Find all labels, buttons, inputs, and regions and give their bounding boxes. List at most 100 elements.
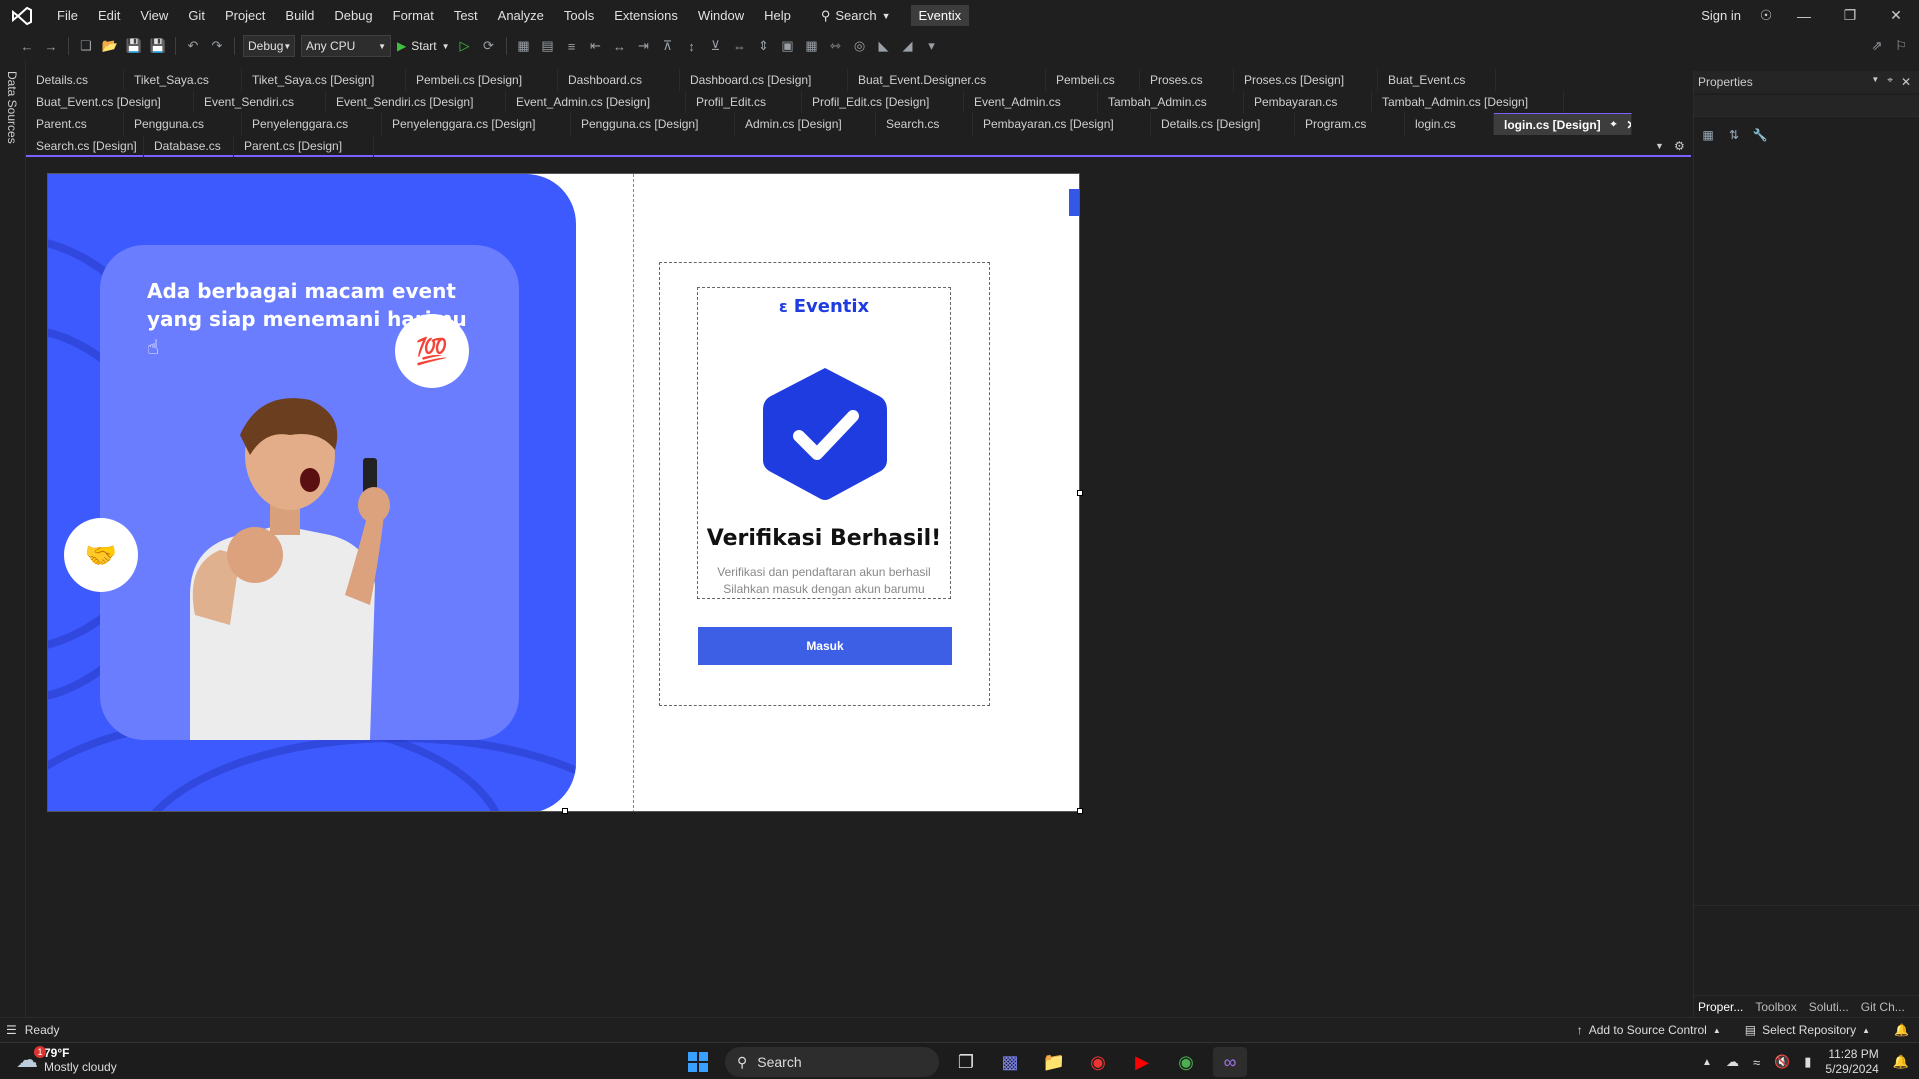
notifications-icon[interactable]: 🔔 xyxy=(1894,1023,1909,1037)
back-icon[interactable]: ← xyxy=(18,37,36,55)
open-folder-icon[interactable]: 📂 xyxy=(101,37,119,55)
tab-toolbox[interactable]: Toolbox xyxy=(1755,1000,1796,1014)
new-project-icon[interactable]: ❏ xyxy=(77,37,95,55)
volume-muted-icon[interactable]: 🔇 xyxy=(1774,1054,1790,1070)
tab-admin-design[interactable]: Admin.cs [Design] xyxy=(735,113,876,135)
menu-search[interactable]: ⚲ Search ▼ xyxy=(811,8,901,24)
tab-login-cs[interactable]: login.cs xyxy=(1405,113,1494,135)
tab-buat-event-cs[interactable]: Buat_Event.cs xyxy=(1378,69,1496,91)
tab-event-admin-design[interactable]: Event_Admin.cs [Design] xyxy=(506,91,686,113)
categorized-icon[interactable]: ▦ xyxy=(1698,125,1718,145)
menu-debug[interactable]: Debug xyxy=(324,0,382,31)
file-explorer-icon[interactable]: 📁 xyxy=(1037,1047,1071,1077)
toolbox-icon[interactable]: ▦ xyxy=(515,37,533,55)
tab-event-sendiri-design[interactable]: Event_Sendiri.cs [Design] xyxy=(326,91,506,113)
tab-details-design[interactable]: Details.cs [Design] xyxy=(1151,113,1295,135)
tab-login-design-active[interactable]: login.cs [Design] ⌖ ✕ xyxy=(1494,113,1632,135)
masuk-button[interactable]: Masuk xyxy=(698,627,952,665)
tab-details-cs[interactable]: Details.cs xyxy=(26,69,124,91)
menu-project[interactable]: Project xyxy=(215,0,275,31)
object-selector-dropdown[interactable] xyxy=(1694,95,1919,117)
bring-front-icon[interactable]: ◣ xyxy=(875,37,893,55)
alphabetical-icon[interactable]: ⇅ xyxy=(1724,125,1744,145)
close-form-button[interactable]: x xyxy=(1069,189,1079,216)
align-left-icon[interactable]: ⇤ xyxy=(587,37,605,55)
tab-program-cs[interactable]: Program.cs xyxy=(1295,113,1405,135)
tab-penyelenggara-design[interactable]: Penyelenggara.cs [Design] xyxy=(382,113,571,135)
visual-studio-icon[interactable]: ∞ xyxy=(1213,1047,1247,1077)
resize-handle[interactable] xyxy=(1077,490,1083,496)
align-icon[interactable]: ≡ xyxy=(563,37,581,55)
menu-view[interactable]: View xyxy=(130,0,178,31)
teams-icon[interactable]: ▩ xyxy=(993,1047,1027,1077)
menu-git[interactable]: Git xyxy=(178,0,215,31)
output-icon[interactable]: ☰ xyxy=(6,1023,17,1037)
close-icon[interactable]: ✕ xyxy=(1901,75,1911,89)
feedback-icon[interactable]: ⚐ xyxy=(1892,37,1910,55)
save-all-icon[interactable]: 💾 xyxy=(149,37,167,55)
menu-extensions[interactable]: Extensions xyxy=(604,0,688,31)
tab-proses-design[interactable]: Proses.cs [Design] xyxy=(1234,69,1378,91)
align-top-icon[interactable]: ⊼ xyxy=(659,37,677,55)
windows-start-icon[interactable] xyxy=(681,1047,715,1077)
tab-tambah-admin-design[interactable]: Tambah_Admin.cs [Design] xyxy=(1372,91,1564,113)
tab-parent-design[interactable]: Parent.cs [Design] xyxy=(234,135,374,157)
menu-build[interactable]: Build xyxy=(275,0,324,31)
account-icon[interactable]: ☉ xyxy=(1751,0,1781,31)
onedrive-icon[interactable]: ☁ xyxy=(1726,1054,1739,1070)
spacing-icon[interactable]: ⇿ xyxy=(827,37,845,55)
wifi-icon[interactable]: ≈ xyxy=(1753,1055,1760,1070)
media-player-icon[interactable]: ◉ xyxy=(1081,1047,1115,1077)
resize-handle[interactable] xyxy=(562,808,568,814)
select-repository-button[interactable]: ▤ Select Repository ▲ xyxy=(1745,1023,1870,1037)
battery-icon[interactable]: ▮ xyxy=(1804,1054,1811,1070)
tab-proses-cs[interactable]: Proses.cs xyxy=(1140,69,1234,91)
tab-solution-explorer[interactable]: Soluti... xyxy=(1809,1000,1849,1014)
settings-gear-icon[interactable]: ⚙ xyxy=(1674,139,1685,153)
hot-reload-icon[interactable]: ⟳ xyxy=(480,37,498,55)
tab-pembeli-design[interactable]: Pembeli.cs [Design] xyxy=(406,69,558,91)
chevron-up-icon[interactable]: ▲ xyxy=(1702,1057,1712,1068)
save-icon[interactable]: 💾 xyxy=(125,37,143,55)
login-form[interactable]: Ada berbagai macam event yang siap menem… xyxy=(47,173,1080,812)
layout-icon[interactable]: ▤ xyxy=(539,37,557,55)
menu-file[interactable]: File xyxy=(47,0,88,31)
tab-event-admin-cs[interactable]: Event_Admin.cs xyxy=(964,91,1098,113)
tab-buat-event-design[interactable]: Buat_Event.cs [Design] xyxy=(26,91,194,113)
forward-icon[interactable]: → xyxy=(42,37,60,55)
resize-handle[interactable] xyxy=(1077,808,1083,814)
overflow-icon[interactable]: ▾ xyxy=(923,37,941,55)
configuration-select[interactable]: Debug ▼ xyxy=(243,35,295,57)
pin-icon[interactable]: ⌖ xyxy=(1887,75,1893,89)
align-middle-icon[interactable]: ↕ xyxy=(683,37,701,55)
sign-in-link[interactable]: Sign in xyxy=(1701,8,1741,23)
tab-pembeli-cs[interactable]: Pembeli.cs xyxy=(1046,69,1140,91)
live-share-icon[interactable]: ⇗ xyxy=(1868,37,1886,55)
menu-edit[interactable]: Edit xyxy=(88,0,130,31)
tab-event-sendiri-cs[interactable]: Event_Sendiri.cs xyxy=(194,91,326,113)
tab-pembayaran-cs[interactable]: Pembayaran.cs xyxy=(1244,91,1372,113)
tab-buat-event-designer[interactable]: Buat_Event.Designer.cs xyxy=(848,69,1046,91)
restore-button[interactable]: ❐ xyxy=(1827,0,1873,31)
menu-analyze[interactable]: Analyze xyxy=(488,0,554,31)
pin-icon[interactable]: ⌖ xyxy=(1611,114,1617,135)
visual-studio-logo-icon[interactable] xyxy=(9,5,35,27)
close-window-button[interactable]: ✕ xyxy=(1873,0,1919,31)
minimize-button[interactable]: — xyxy=(1781,0,1827,31)
weather-widget[interactable]: ☁ 1 79°F Mostly cloudy xyxy=(16,1046,117,1074)
tab-database-cs[interactable]: Database.cs xyxy=(144,135,234,157)
tab-parent-cs[interactable]: Parent.cs xyxy=(26,113,124,135)
menu-window[interactable]: Window xyxy=(688,0,754,31)
youtube-icon[interactable]: ▶ xyxy=(1125,1047,1159,1077)
menu-format[interactable]: Format xyxy=(383,0,444,31)
tab-pengguna-cs[interactable]: Pengguna.cs xyxy=(124,113,242,135)
tab-tambah-admin-cs[interactable]: Tambah_Admin.cs xyxy=(1098,91,1244,113)
chrome-icon[interactable]: ◉ xyxy=(1169,1047,1203,1077)
chevron-down-icon[interactable]: ▼ xyxy=(1871,75,1879,89)
taskbar-search[interactable]: ⚲ Search xyxy=(725,1047,939,1077)
notification-bell-icon[interactable]: 🔔 xyxy=(1893,1054,1909,1070)
menu-help[interactable]: Help xyxy=(754,0,801,31)
task-view-icon[interactable]: ❐ xyxy=(949,1047,983,1077)
same-height-icon[interactable]: ⇕ xyxy=(755,37,773,55)
menu-tools[interactable]: Tools xyxy=(554,0,604,31)
